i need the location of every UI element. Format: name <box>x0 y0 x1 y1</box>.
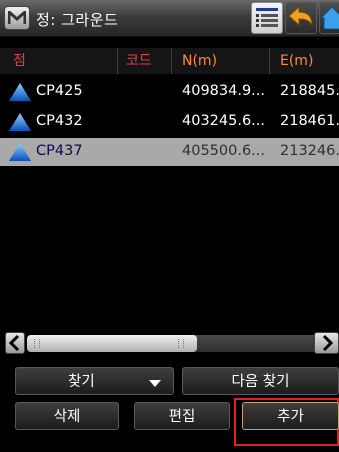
column-header-easting[interactable]: E(m) <box>270 48 339 74</box>
edit-button[interactable]: 편집 <box>134 402 230 430</box>
table-row[interactable]: CP425 409834.9... 218845. <box>0 78 339 106</box>
point-name: CP437 <box>36 143 83 159</box>
column-header-northing[interactable]: N(m) <box>172 48 270 74</box>
home-button[interactable] <box>319 2 339 34</box>
table-row-selected[interactable]: CP437 405500.6... 213246. <box>0 138 339 166</box>
control-point-icon <box>9 83 31 101</box>
easting-value: 218845. <box>280 83 339 99</box>
delete-button[interactable]: 삭제 <box>15 402 119 430</box>
find-next-button[interactable]: 다음 찾기 <box>182 367 339 395</box>
scroll-right-button[interactable] <box>314 332 339 354</box>
northing-value: 405500.6... <box>182 143 266 159</box>
add-button[interactable]: 추가 <box>242 402 339 430</box>
column-header-point[interactable]: 점 <box>0 48 118 74</box>
title-bar: 정: 그라운드 <box>0 0 339 37</box>
chevron-left-icon <box>8 334 20 352</box>
grip-icon <box>34 339 40 348</box>
list-view-icon <box>256 8 278 27</box>
scroll-track[interactable] <box>27 335 317 352</box>
chevron-right-icon <box>322 334 334 352</box>
table-header: 점 코드 N(m) E(m) <box>0 48 339 74</box>
grip-icon <box>178 339 184 348</box>
table-row[interactable]: CP432 403245.6... 218461. <box>0 108 339 136</box>
scroll-thumb[interactable] <box>27 335 197 352</box>
point-list: CP425 409834.9... 218845. CP432 403245.6… <box>0 76 339 326</box>
chevron-down-icon <box>149 380 161 387</box>
back-arrow-icon <box>288 5 313 27</box>
back-button[interactable] <box>285 2 317 34</box>
find-dropdown-button[interactable]: 찾기 <box>15 367 174 395</box>
northing-value: 403245.6... <box>182 113 266 129</box>
point-name: CP432 <box>36 113 83 129</box>
find-label: 찾기 <box>68 374 95 390</box>
list-view-button[interactable] <box>251 2 283 34</box>
easting-value: 218461. <box>280 113 339 129</box>
control-point-icon <box>9 113 31 131</box>
easting-value: 213246. <box>280 143 339 159</box>
app-menu-icon[interactable] <box>4 6 30 30</box>
point-name: CP425 <box>36 83 83 99</box>
control-point-icon <box>9 143 31 161</box>
column-header-code[interactable]: 코드 <box>118 48 172 74</box>
home-icon <box>319 6 339 30</box>
window-title: 정: 그라운드 <box>36 11 119 29</box>
horizontal-scrollbar[interactable] <box>0 332 339 356</box>
scroll-left-button[interactable] <box>5 332 25 354</box>
northing-value: 409834.9... <box>182 83 266 99</box>
